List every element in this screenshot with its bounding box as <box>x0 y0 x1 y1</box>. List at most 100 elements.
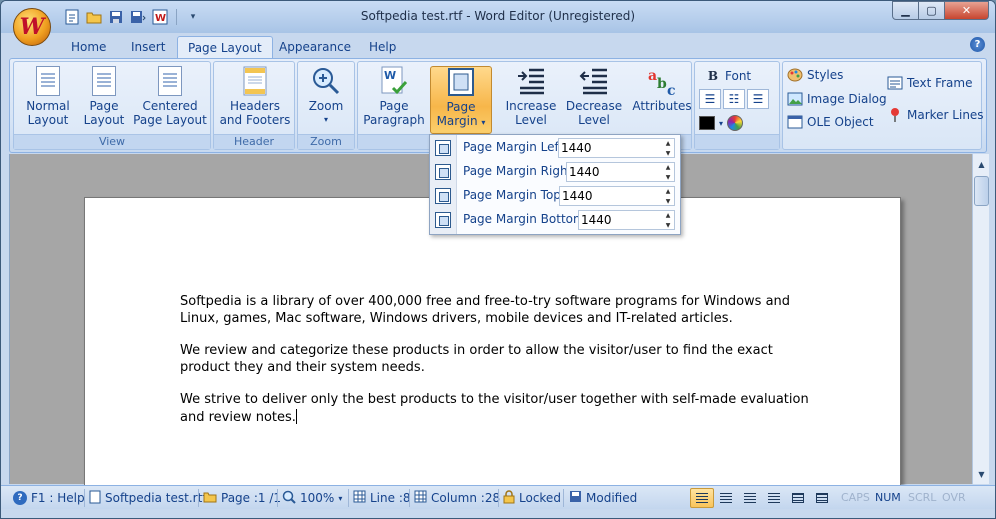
headers-footers-icon <box>240 66 270 96</box>
svg-text:b: b <box>657 76 667 92</box>
page-layout-button[interactable]: Page Layout <box>78 66 130 134</box>
document-page[interactable]: Softpedia is a library of over 400,000 f… <box>84 197 901 497</box>
outline-list-icon[interactable]: ☰ <box>747 89 769 109</box>
margin-top-input[interactable]: 1440 <box>559 186 675 206</box>
scroll-thumb[interactable] <box>974 176 989 206</box>
tab-home[interactable]: Home <box>61 36 116 59</box>
view-group-label: View <box>14 134 210 149</box>
centered-page-layout-button[interactable]: Centered Page Layout <box>130 66 210 134</box>
app-menu-button[interactable]: W <box>13 8 51 46</box>
ole-object-button[interactable]: OLE Object <box>787 112 874 132</box>
page-margin-icon <box>446 67 476 97</box>
zoom-group: Zoom ▾ Zoom <box>297 61 355 150</box>
margin-top-row: Page Margin Top 1440 ▲ ▼ <box>430 184 680 208</box>
tab-insert[interactable]: Insert <box>121 36 175 59</box>
margin-top-spinner[interactable]: ▲ ▼ <box>661 186 675 206</box>
status-zoom[interactable]: 100% ▾ <box>282 489 342 507</box>
document-text[interactable]: Softpedia is a library of over 400,000 f… <box>180 294 820 442</box>
lock-icon <box>503 489 515 507</box>
decrease-level-button[interactable]: Decrease Level <box>564 66 624 134</box>
marker-lines-button[interactable]: Marker Lines <box>887 105 984 125</box>
format-group-label <box>695 134 779 149</box>
page-paragraph-button[interactable]: W Page Paragraph <box>363 66 425 134</box>
status-help[interactable]: ? F1 : Help <box>13 489 85 507</box>
align-right-icon[interactable] <box>738 488 762 508</box>
text-caret <box>295 408 297 424</box>
color-wheel-icon[interactable] <box>727 115 744 131</box>
scroll-down-icon[interactable]: ▼ <box>974 466 989 482</box>
margin-right-spinner[interactable]: ▲ ▼ <box>661 162 675 182</box>
numbered-list-icon[interactable]: ☰ <box>699 89 721 109</box>
margin-right-icon <box>435 164 451 180</box>
tab-page-layout[interactable]: Page Layout <box>177 36 273 59</box>
zoom-status-dropdown-arrow: ▾ <box>338 493 343 503</box>
status-page: Page :1 /1 <box>203 489 281 507</box>
margin-left-row: Page Margin Left 1440 ▲ ▼ <box>430 136 680 160</box>
maximize-icon[interactable]: ▢ <box>919 1 945 20</box>
status-file: Softpedia test.rtf <box>89 489 207 507</box>
attributes-button[interactable]: abc Attributes <box>632 66 692 134</box>
bullet-list-icon[interactable]: ☷ <box>723 89 745 109</box>
list-buttons: ☰ ☷ ☰ <box>699 89 769 109</box>
text-color-swatch[interactable] <box>699 116 715 130</box>
margin-bottom-spinner[interactable]: ▲ ▼ <box>661 210 675 230</box>
normal-layout-button[interactable]: Normal Layout <box>19 66 77 134</box>
align-left-icon[interactable] <box>690 488 714 508</box>
paragraph-3[interactable]: We strive to deliver only the best produ… <box>180 392 820 426</box>
page-margin-button[interactable]: Page Margin ▾ <box>430 66 492 134</box>
zoom-status-icon <box>282 490 296 507</box>
minimize-icon[interactable]: ▁ <box>892 1 919 20</box>
header-group: Headers and Footers Header <box>213 61 295 150</box>
help-icon[interactable]: ? <box>970 37 985 52</box>
title-bar: W ▾ Softpedia test.rtf - Word Editor (Un… <box>1 1 995 33</box>
align-justify-icon[interactable] <box>762 488 786 508</box>
ovr-indicator: OVR <box>942 491 966 504</box>
headers-footers-button[interactable]: Headers and Footers <box>217 66 293 134</box>
zoom-magnifier-icon <box>311 66 341 96</box>
margin-bottom-icon <box>435 212 451 228</box>
format-group: B Font ☰ ☷ ☰ ▾ <box>694 61 780 150</box>
bold-font-icon: B <box>707 69 719 83</box>
scrl-indicator: SCRL <box>908 491 937 504</box>
styles-group: Styles Image Dialog OLE Object Text Fram… <box>782 61 984 150</box>
text-frame-button[interactable]: Text Frame <box>887 73 972 93</box>
page-view-alt-icon[interactable] <box>810 488 834 508</box>
margin-left-input[interactable]: 1440 <box>558 138 675 158</box>
margin-left-icon <box>435 140 451 156</box>
font-button[interactable]: B Font <box>705 66 751 86</box>
paragraph-2[interactable]: We review and categorize these products … <box>180 343 820 376</box>
styles-button[interactable]: Styles <box>787 65 843 85</box>
text-color-dropdown-arrow[interactable]: ▾ <box>719 119 723 128</box>
view-group: Normal Layout Page Layout Centered Page … <box>13 61 211 150</box>
help-circle-icon: ? <box>13 491 27 505</box>
attributes-abc-icon: abc <box>647 66 677 99</box>
image-icon <box>787 91 803 107</box>
scroll-up-icon[interactable]: ▲ <box>974 156 989 172</box>
status-column: Column :28 <box>414 489 500 507</box>
close-icon[interactable]: ✕ <box>945 1 989 20</box>
margin-right-input[interactable]: 1440 <box>566 162 675 182</box>
margin-bottom-row: Page Margin Bottom 1440 ▲ ▼ <box>430 208 680 232</box>
paragraph-1[interactable]: Softpedia is a library of over 400,000 f… <box>180 294 820 327</box>
page-view-icon[interactable] <box>786 488 810 508</box>
normal-layout-icon <box>36 66 60 96</box>
header-group-label: Header <box>214 134 294 149</box>
zoom-button[interactable]: Zoom ▾ <box>301 66 351 134</box>
window-title: Softpedia test.rtf - Word Editor (Unregi… <box>360 9 636 23</box>
increase-level-icon <box>516 66 546 96</box>
zoom-dropdown-arrow: ▾ <box>323 115 328 124</box>
tab-help[interactable]: Help <box>359 36 406 59</box>
vertical-scrollbar[interactable]: ▲ ▼ <box>972 154 989 484</box>
margin-right-row: Page Margin Right 1440 ▲ ▼ <box>430 160 680 184</box>
tab-appearance[interactable]: Appearance <box>269 36 361 59</box>
word-editor-window: W ▾ Softpedia test.rtf - Word Editor (Un… <box>0 0 996 519</box>
margin-left-spinner[interactable]: ▲ ▼ <box>661 138 675 158</box>
increase-level-button[interactable]: Increase Level <box>503 66 559 134</box>
modified-disk-icon <box>569 490 582 506</box>
grid-icon <box>414 490 427 506</box>
page-paragraph-icon: W <box>379 66 409 96</box>
align-center-icon[interactable] <box>714 488 738 508</box>
svg-text:a: a <box>648 68 657 84</box>
status-locked: Locked <box>503 489 561 507</box>
image-dialog-button[interactable]: Image Dialog <box>787 89 887 109</box>
